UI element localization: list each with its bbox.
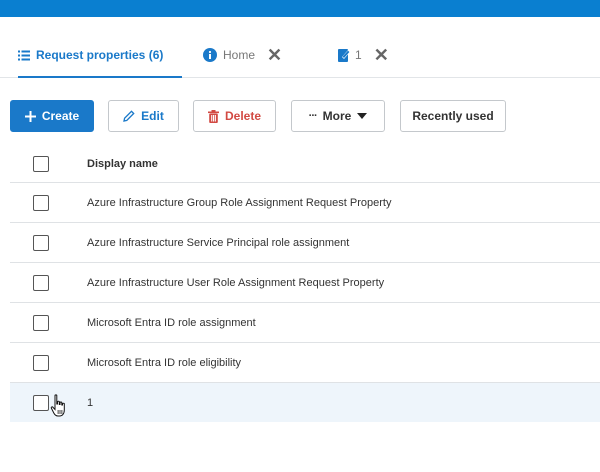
recently-used-label: Recently used xyxy=(412,109,494,123)
pencil-icon xyxy=(123,110,135,122)
hand-cursor-icon xyxy=(50,394,68,423)
create-button[interactable]: Create xyxy=(10,100,94,132)
table-row[interactable]: Azure Infrastructure Group Role Assignme… xyxy=(10,183,600,223)
tab-request-properties[interactable]: Request properties (6) xyxy=(18,33,182,78)
delete-button[interactable]: Delete xyxy=(193,100,276,132)
table-header-row: Display name xyxy=(10,145,600,183)
caret-down-icon xyxy=(357,113,368,119)
edit-label: Edit xyxy=(141,109,164,123)
delete-label: Delete xyxy=(224,109,262,123)
list-icon xyxy=(18,50,30,61)
display-name-cell: Microsoft Entra ID role eligibility xyxy=(87,356,242,369)
select-all-checkbox[interactable] xyxy=(33,155,49,172)
table-row[interactable]: Microsoft Entra ID role assignment xyxy=(10,303,600,343)
close-icon[interactable]: ✕ xyxy=(267,46,282,64)
row-checkbox[interactable] xyxy=(33,354,49,371)
create-label: Create xyxy=(41,109,80,123)
tab-bar: Request properties (6) Home ✕ 1 ✕ xyxy=(0,33,600,78)
table-row[interactable]: Azure Infrastructure Service Principal r… xyxy=(10,223,600,263)
column-header-display-name[interactable]: Display name xyxy=(87,158,158,170)
display-name-cell: Azure Infrastructure User Role Assignmen… xyxy=(87,276,385,289)
close-icon[interactable]: ✕ xyxy=(374,46,389,64)
display-name-cell: 1 xyxy=(87,396,94,409)
trash-icon xyxy=(207,109,219,123)
row-checkbox[interactable] xyxy=(33,314,49,331)
display-name-cell: Azure Infrastructure Service Principal r… xyxy=(87,236,350,249)
display-name-cell: Azure Infrastructure Group Role Assignme… xyxy=(87,196,392,209)
row-checkbox[interactable] xyxy=(33,194,49,211)
recently-used-button[interactable]: Recently used xyxy=(400,100,506,132)
display-name-cell: Microsoft Entra ID role assignment xyxy=(87,316,256,329)
ellipsis-icon: ··· xyxy=(308,110,318,122)
tab-home[interactable]: Home ✕ xyxy=(203,33,282,77)
plus-icon xyxy=(24,110,36,122)
table-row[interactable]: 1 xyxy=(10,383,600,422)
tab-label: Home xyxy=(223,48,256,62)
more-label: More xyxy=(322,109,352,123)
edit-button[interactable]: Edit xyxy=(108,100,179,132)
tab-label: 1 xyxy=(355,48,362,62)
data-grid: Display name Azure Infrastructure Group … xyxy=(10,145,600,422)
row-checkbox[interactable] xyxy=(33,394,49,411)
row-checkbox[interactable] xyxy=(33,274,49,291)
more-button[interactable]: ··· More xyxy=(291,100,385,132)
row-checkbox[interactable] xyxy=(33,234,49,251)
tab-one[interactable]: 1 ✕ xyxy=(338,33,389,77)
table-row[interactable]: Microsoft Entra ID role eligibility xyxy=(10,343,600,383)
edit-document-icon xyxy=(338,48,350,62)
app-top-bar xyxy=(0,0,600,17)
table-row[interactable]: Azure Infrastructure User Role Assignmen… xyxy=(10,263,600,303)
tab-label: Request properties (6) xyxy=(36,48,164,62)
info-icon xyxy=(203,48,217,62)
